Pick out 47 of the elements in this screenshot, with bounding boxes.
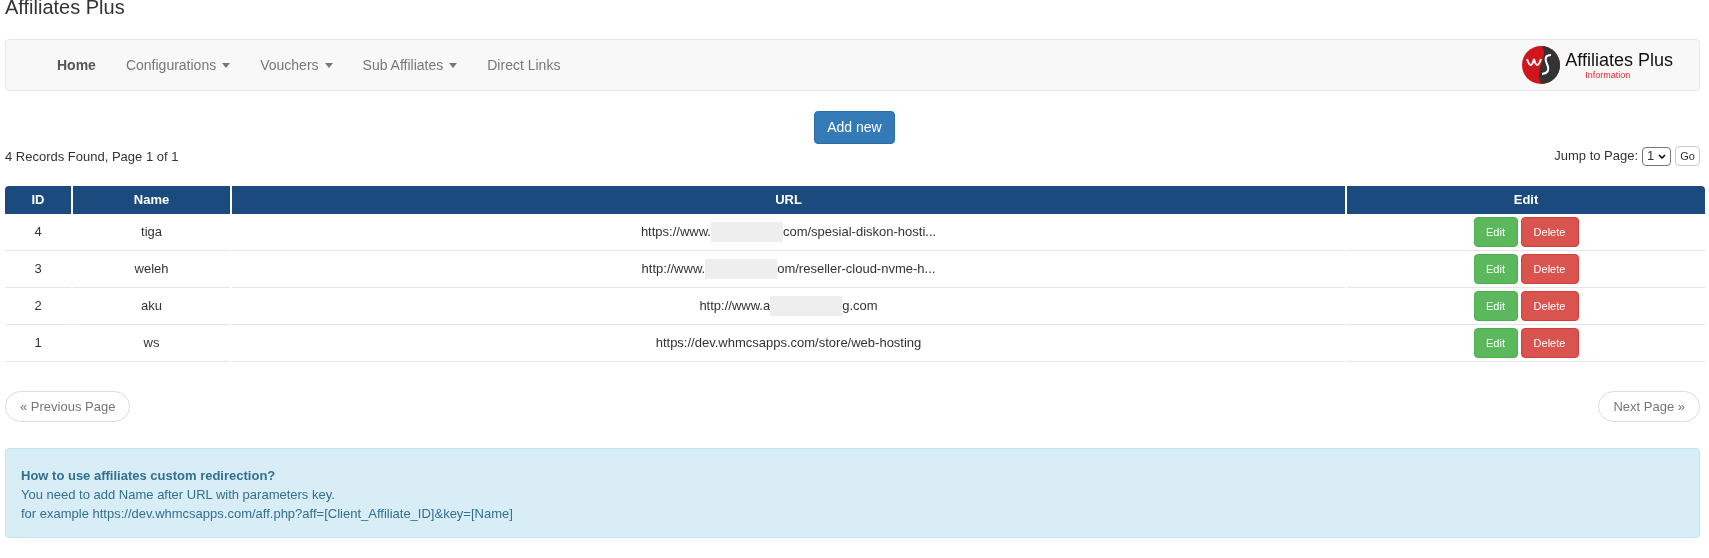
caret-icon bbox=[222, 62, 231, 68]
info-title: How to use affiliates custom redirection? bbox=[21, 467, 277, 485]
table-cell: 3 bbox=[5, 251, 71, 288]
brand-subtitle: Information bbox=[1585, 70, 1632, 80]
nav-link[interactable]: Direct Links bbox=[472, 54, 576, 76]
table-cell: 2 bbox=[5, 288, 71, 325]
page-title: Affiliates Plus bbox=[5, 0, 126, 17]
delete-button[interactable]: Delete bbox=[1520, 328, 1579, 358]
brand-name: Affiliates Plus bbox=[1565, 50, 1673, 69]
table-cell: 1 bbox=[5, 325, 71, 362]
edit-button[interactable]: Edit bbox=[1473, 254, 1518, 284]
column-header: ID bbox=[5, 186, 71, 214]
nav-link[interactable]: Sub Affiliates bbox=[347, 54, 473, 76]
column-header: URL bbox=[232, 186, 1345, 214]
table-cell: ws bbox=[73, 325, 230, 362]
jump-label: Jump to Page: bbox=[1554, 147, 1639, 166]
url-text: g.com bbox=[842, 297, 878, 316]
delete-button[interactable]: Delete bbox=[1520, 254, 1579, 284]
go-button[interactable]: Go bbox=[1675, 146, 1700, 166]
column-header: Edit bbox=[1347, 186, 1705, 214]
url-text: https://dev.whmcsapps.com/store/web-hosting bbox=[655, 334, 922, 353]
edit-button[interactable]: Edit bbox=[1473, 328, 1518, 358]
caret-icon bbox=[324, 62, 333, 68]
url-text: com/spesial-diskon-hosti... bbox=[782, 223, 937, 242]
caret-icon bbox=[449, 62, 458, 68]
edit-button[interactable]: Edit bbox=[1473, 217, 1518, 247]
url-text: https://www. bbox=[640, 223, 711, 242]
url-text: om/reseller-cloud-nvme-h... bbox=[777, 260, 936, 279]
nav-link[interactable]: Configurations bbox=[110, 54, 246, 76]
chevron-icon bbox=[1658, 153, 1667, 159]
info-text: You need to add Name after URL with parameters key. bbox=[21, 486, 336, 504]
table-cell: weleh bbox=[73, 251, 230, 288]
edit-button[interactable]: Edit bbox=[1473, 291, 1518, 321]
delete-button[interactable]: Delete bbox=[1520, 291, 1579, 321]
page-select[interactable]: 1 bbox=[1642, 146, 1672, 166]
nav-link[interactable]: Vouchers bbox=[245, 54, 348, 76]
table-cell: aku bbox=[73, 288, 230, 325]
records-info: 4 Records Found, Page 1 of 1 bbox=[5, 147, 179, 166]
table-cell: tiga bbox=[73, 214, 230, 251]
url-text: http://www.a bbox=[699, 297, 771, 316]
column-header: Name bbox=[73, 186, 230, 214]
nav-link[interactable]: Home bbox=[42, 54, 111, 76]
table-cell: 4 bbox=[5, 214, 71, 251]
add-new-button[interactable]: Add new bbox=[814, 111, 895, 144]
url-text: http://www. bbox=[641, 260, 706, 279]
info-text: for example https://dev.whmcsapps.com/aff.php?aff=[Client_Affiliate_ID]&key=[Name] bbox=[21, 505, 514, 523]
delete-button[interactable]: Delete bbox=[1520, 217, 1579, 247]
